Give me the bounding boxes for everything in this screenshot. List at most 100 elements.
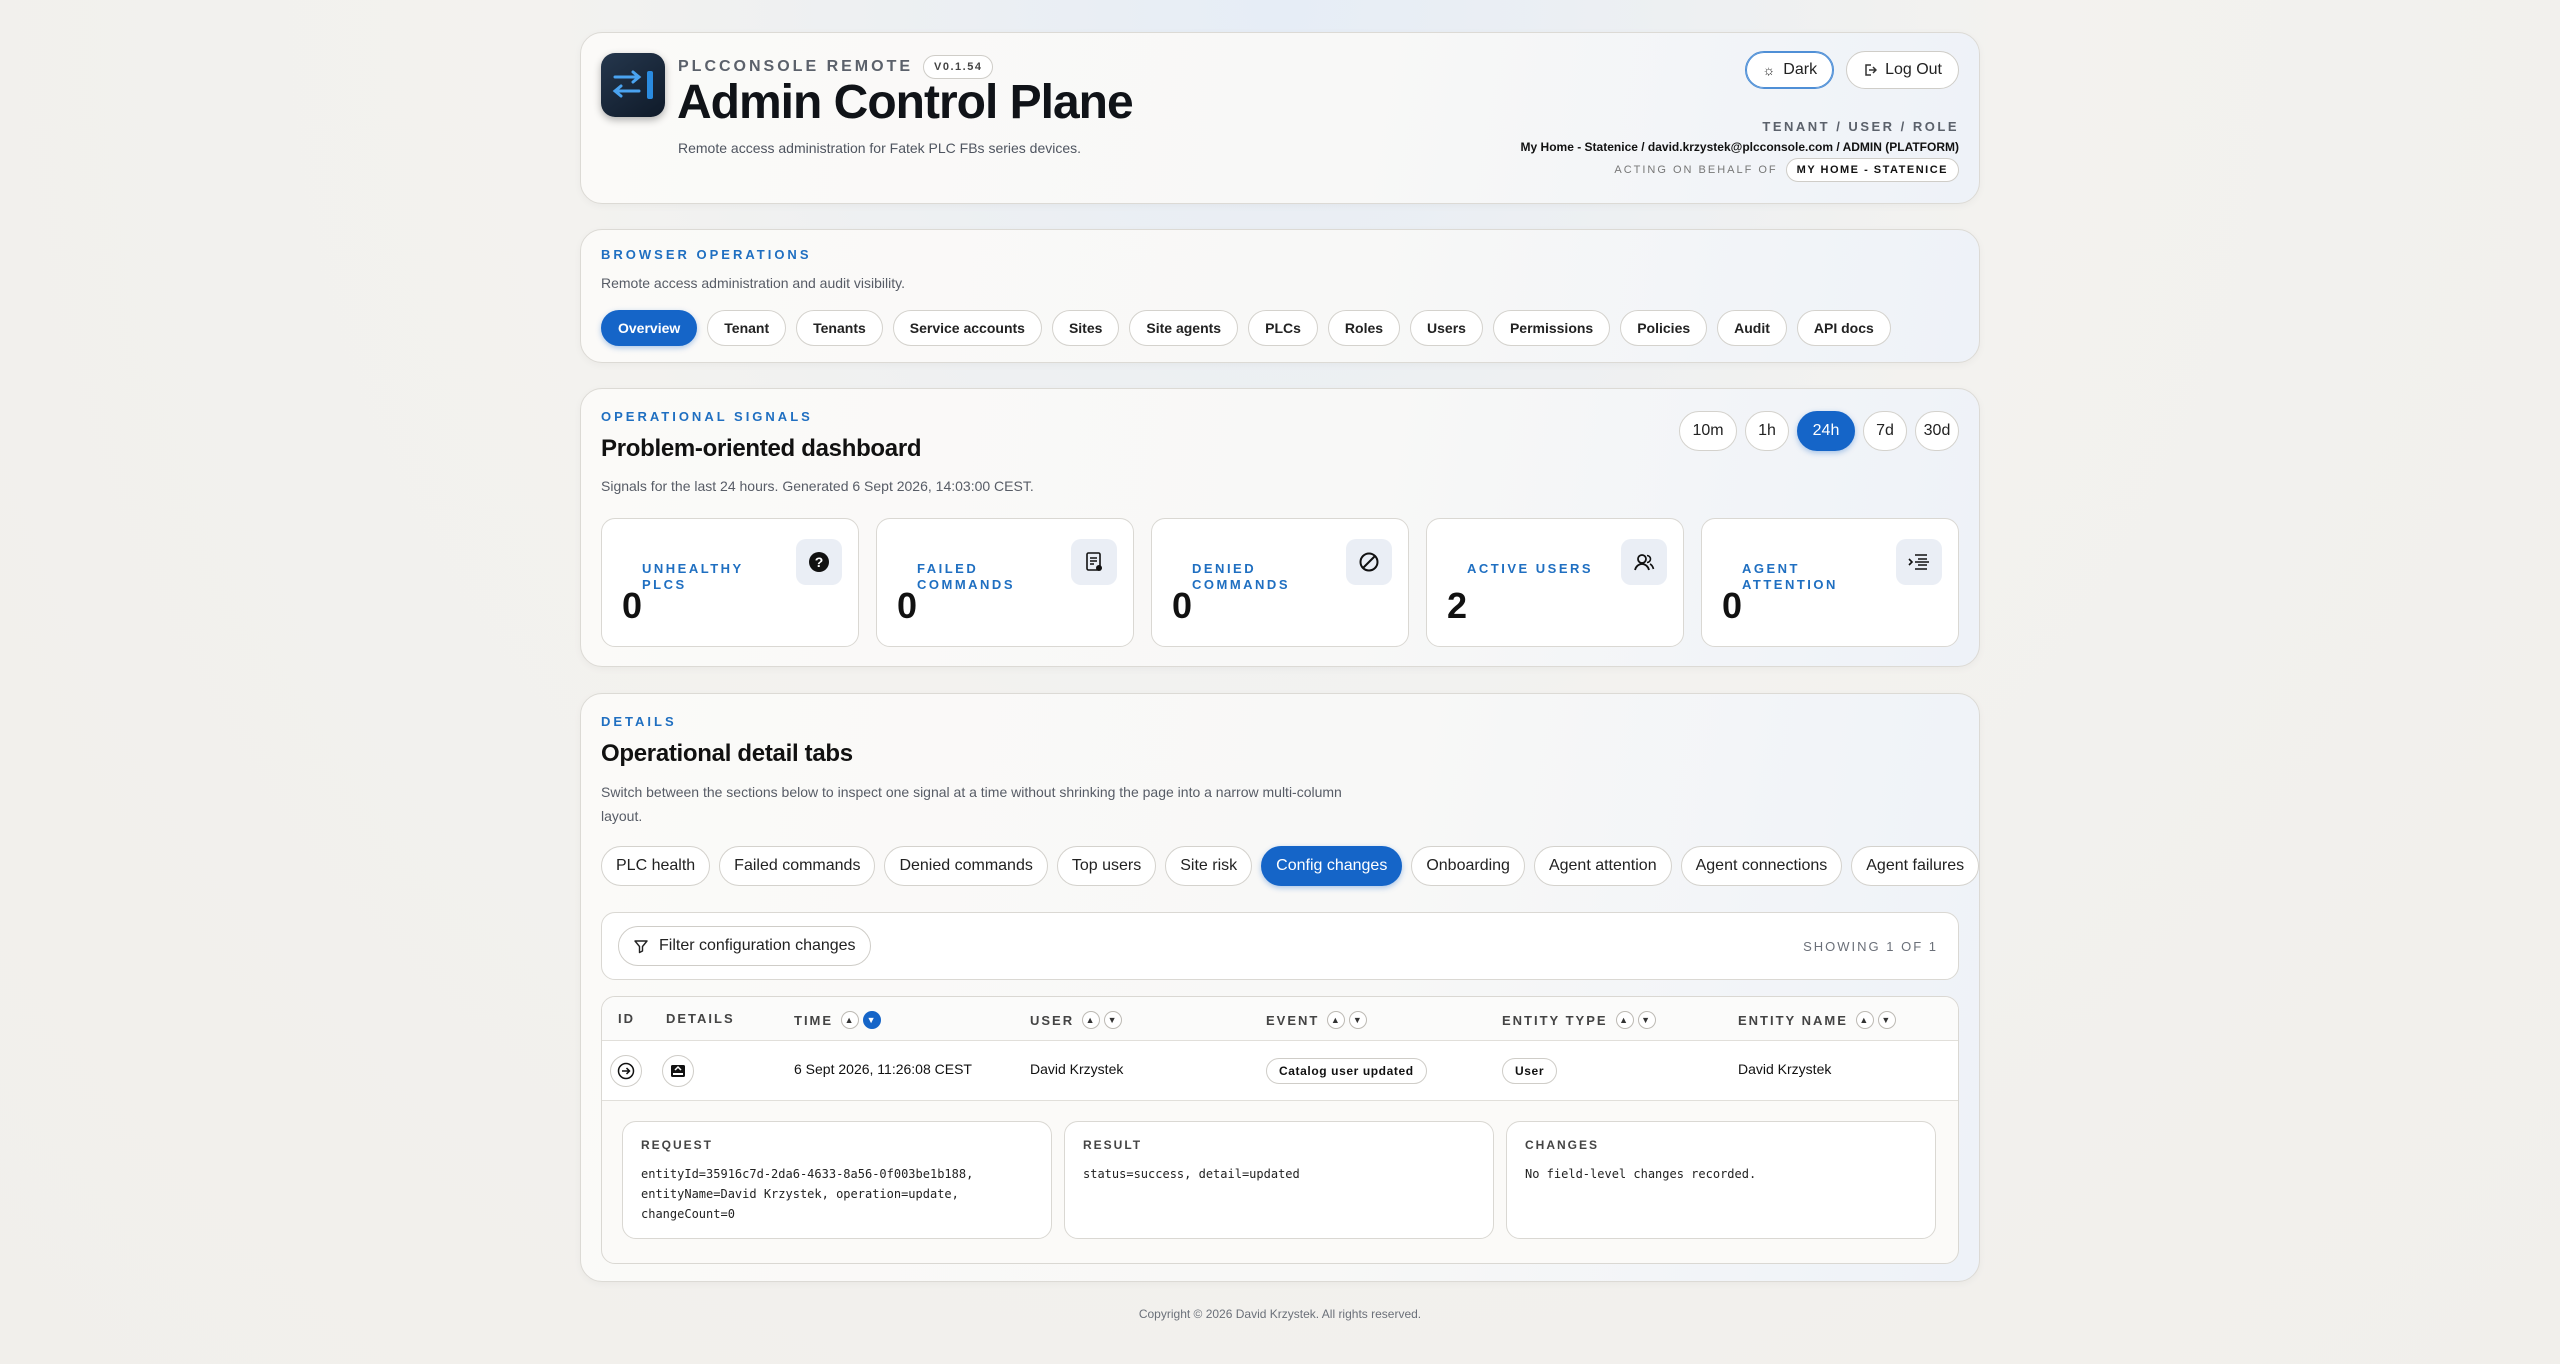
cell-entity-name: David Krzystek (1738, 1061, 1832, 1077)
tab-agent-connections[interactable]: Agent connections (1680, 846, 1843, 886)
nav-policies[interactable]: Policies (1620, 310, 1708, 346)
tab-top-users[interactable]: Top users (1056, 846, 1157, 886)
nav-users[interactable]: Users (1410, 310, 1483, 346)
section-kicker: OPERATIONAL SIGNALS (601, 409, 813, 424)
request-value: entityId=35916c7d-2da6-4633-8a56-0f003be… (641, 1167, 981, 1221)
sort-asc-icon[interactable]: ▲ (1082, 1011, 1101, 1029)
col-event[interactable]: EVENT ▲ ▼ (1266, 1011, 1368, 1029)
sort-desc-icon[interactable]: ▼ (863, 1011, 882, 1029)
filter-button[interactable]: Filter configuration changes (618, 926, 871, 966)
section-title: Problem-oriented dashboard (601, 435, 922, 462)
time-range-selector: 10m 1h 24h 7d 30d (1679, 411, 1959, 451)
col-time[interactable]: TIME ▲ ▼ (794, 1011, 882, 1029)
nav-roles[interactable]: Roles (1327, 310, 1401, 346)
nav-overview[interactable]: Overview (601, 310, 698, 346)
sort-desc-icon[interactable]: ▼ (1637, 1011, 1656, 1029)
sort-asc-icon[interactable]: ▲ (1855, 1011, 1874, 1029)
stat-value: 0 (1172, 585, 1193, 626)
nav-site-agents[interactable]: Site agents (1129, 310, 1239, 346)
details-card: DETAILS Operational detail tabs Switch b… (580, 693, 1980, 1282)
tab-agent-attention[interactable]: Agent attention (1533, 846, 1672, 886)
sort-desc-icon[interactable]: ▼ (1877, 1011, 1896, 1029)
request-box: REQUEST entityId=35916c7d-2da6-4633-8a56… (622, 1121, 1052, 1239)
changes-value: No field-level changes recorded. (1525, 1167, 1757, 1181)
result-count: SHOWING 1 OF 1 (1803, 939, 1938, 954)
row-detail-panel: REQUEST entityId=35916c7d-2da6-4633-8a56… (622, 1121, 1936, 1239)
svg-text:?: ? (815, 554, 824, 570)
nav-service-accounts[interactable]: Service accounts (892, 310, 1042, 346)
tab-denied-commands[interactable]: Denied commands (884, 846, 1048, 886)
sort-desc-icon[interactable]: ▼ (1104, 1011, 1123, 1029)
nav-plcs[interactable]: PLCs (1248, 310, 1318, 346)
sort-desc-icon[interactable]: ▼ (1349, 1011, 1368, 1029)
stat-value: 2 (1447, 585, 1468, 626)
range-24h[interactable]: 24h (1797, 411, 1855, 451)
dark-mode-button[interactable]: ☼ Dark (1745, 51, 1835, 89)
acting-on-behalf-label: ACTING ON BEHALF OF (1614, 164, 1778, 176)
tab-onboarding[interactable]: Onboarding (1411, 846, 1525, 886)
brand-name: PLCCONSOLE REMOTE (678, 58, 914, 75)
tab-plc-health[interactable]: PLC health (601, 846, 711, 886)
section-description: Switch between the sections below to ins… (601, 784, 1342, 824)
table-header: ID DETAILS TIME ▲ ▼ USER ▲ ▼ EVENT ▲ ▼ ENTI… (602, 997, 1958, 1041)
stat-denied-commands: DENIED COMMANDS 0 (1151, 518, 1409, 647)
section-title: Operational detail tabs (601, 740, 853, 767)
col-details: DETAILS (666, 1011, 735, 1026)
col-entity-name[interactable]: ENTITY NAME ▲ ▼ (1738, 1011, 1896, 1029)
logout-button[interactable]: Log Out (1846, 51, 1959, 89)
header-card: PLCCONSOLE REMOTE V0.1.54 Admin Control … (580, 32, 1980, 204)
app-logo-icon (601, 53, 665, 117)
stat-label: ACTIVE USERS (1467, 561, 1594, 576)
col-user[interactable]: USER ▲ ▼ (1030, 1011, 1123, 1029)
range-30d[interactable]: 30d (1915, 411, 1959, 451)
tab-config-changes[interactable]: Config changes (1261, 846, 1403, 886)
stat-value: 0 (1722, 585, 1743, 626)
range-1h[interactable]: 1h (1745, 411, 1789, 451)
page-title: Admin Control Plane (677, 76, 1134, 129)
section-kicker: DETAILS (601, 714, 677, 729)
detail-tabs: PLC health Failed commands Denied comman… (601, 846, 1980, 886)
table-row: 6 Sept 2026, 11:26:08 CEST David Krzyste… (602, 1041, 1958, 1101)
stat-label: DENIED COMMANDS (1192, 561, 1290, 592)
details-panel-icon (671, 1065, 685, 1077)
request-label: REQUEST (641, 1138, 714, 1152)
stat-value: 0 (622, 585, 643, 626)
sort-asc-icon[interactable]: ▲ (1615, 1011, 1634, 1029)
nav-permissions[interactable]: Permissions (1492, 310, 1611, 346)
sort-asc-icon[interactable]: ▲ (841, 1011, 860, 1029)
sun-icon: ☼ (1762, 62, 1776, 78)
open-row-button[interactable] (610, 1055, 642, 1087)
block-icon (1346, 539, 1392, 585)
stat-label: AGENT ATTENTION (1742, 561, 1838, 592)
question-icon: ? (796, 539, 842, 585)
sort-asc-icon[interactable]: ▲ (1327, 1011, 1346, 1029)
stat-unhealthy-plcs: UNHEALTHY PLCS ? 0 (601, 518, 859, 647)
col-entity-type[interactable]: ENTITY TYPE ▲ ▼ (1502, 1011, 1656, 1029)
filter-icon (634, 940, 648, 954)
stat-active-users: ACTIVE USERS 2 (1426, 518, 1684, 647)
page-subtitle: Remote access administration for Fatek P… (678, 140, 1082, 156)
stat-agent-attention: AGENT ATTENTION 0 (1701, 518, 1959, 647)
section-kicker: BROWSER OPERATIONS (601, 247, 812, 262)
nav-tenant[interactable]: Tenant (707, 310, 787, 346)
logout-icon (1865, 64, 1878, 76)
nav-audit[interactable]: Audit (1717, 310, 1787, 346)
filter-label: Filter configuration changes (659, 937, 856, 954)
acting-tenant-badge[interactable]: MY HOME - STATENICE (1785, 158, 1959, 182)
result-box: RESULT status=success, detail=updated (1064, 1121, 1494, 1239)
nav-tenants[interactable]: Tenants (796, 310, 883, 346)
config-changes-table: ID DETAILS TIME ▲ ▼ USER ▲ ▼ EVENT ▲ ▼ ENTI… (601, 996, 1959, 1264)
result-value: status=success, detail=updated (1083, 1167, 1300, 1181)
section-description: Remote access administration and audit v… (601, 275, 905, 291)
tenant-user-role-value: My Home - Statenice / david.krzystek@plc… (1520, 140, 1959, 154)
toggle-details-button[interactable] (662, 1055, 694, 1087)
tab-agent-failures[interactable]: Agent failures (1851, 846, 1980, 886)
nav-api-docs[interactable]: API docs (1796, 310, 1891, 346)
range-10m[interactable]: 10m (1679, 411, 1737, 451)
event-badge: Catalog user updated (1266, 1058, 1427, 1084)
range-7d[interactable]: 7d (1863, 411, 1907, 451)
tab-site-risk[interactable]: Site risk (1165, 846, 1253, 886)
tab-failed-commands[interactable]: Failed commands (719, 846, 876, 886)
nav-sites[interactable]: Sites (1051, 310, 1120, 346)
arrow-right-circle-icon (617, 1062, 635, 1080)
